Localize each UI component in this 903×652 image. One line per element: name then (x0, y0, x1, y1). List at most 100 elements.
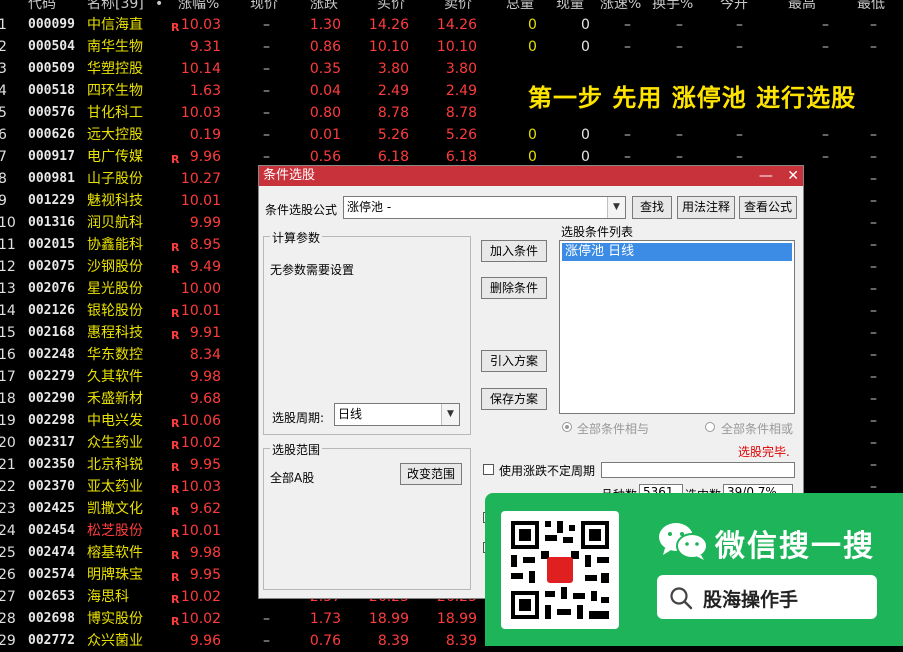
cell-d4: – (822, 149, 829, 165)
col-pct[interactable]: 涨幅% (178, 0, 219, 11)
save-plan-button[interactable]: 保存方案 (481, 388, 547, 410)
cell-cur: 0 (581, 17, 590, 33)
cell-ask: 2.49 (445, 83, 477, 99)
cell-code: 002015 (28, 237, 75, 252)
cell-pct: 10.02 (180, 611, 221, 627)
col-vol[interactable]: 总量 (506, 0, 534, 11)
formula-select[interactable]: 涨停池 - ▼ (343, 196, 626, 219)
cell-idx: 1 (0, 17, 7, 33)
import-plan-button[interactable]: 引入方案 (481, 350, 547, 372)
cell-idx: 20 (0, 435, 16, 451)
chevron-down-icon[interactable]: ▼ (441, 404, 459, 425)
cell-idx: 11 (0, 237, 16, 253)
cell-vol: 0 (528, 39, 537, 55)
list-item[interactable]: 涨停池 日线 (562, 243, 792, 261)
usage-button[interactable]: 用法注释 (677, 196, 735, 219)
dialog-titlebar[interactable]: 条件选股 — ✕ (259, 166, 803, 186)
cell-dash: – (263, 39, 270, 55)
table-row[interactable]: 6 000626 远大控股 0.19 – 0.01 5.26 5.26 0 0 – – – – – (0, 124, 903, 146)
condition-list[interactable]: 涨停池 日线 (559, 240, 795, 414)
cell-d5: – (870, 259, 877, 275)
delete-condition-button[interactable]: 删除条件 (481, 277, 547, 299)
cell-pct: 9.68 (189, 391, 221, 407)
cell-idx: 22 (0, 479, 16, 495)
wechat-title: 微信搜一搜 (715, 529, 875, 564)
wechat-search-box[interactable]: 股海操作手 (657, 575, 877, 619)
cell-d5: – (870, 457, 877, 473)
dialog-title: 条件选股 (263, 168, 316, 183)
grid-header: 代码 名称[39] • 涨幅% 现价 涨跌 买价 卖价 总量 现量 涨速% 换手… (0, 0, 903, 14)
col-low[interactable]: 最低 (857, 0, 885, 11)
cell-d1: – (624, 149, 631, 165)
cell-code: 000518 (28, 83, 75, 98)
table-row[interactable]: 2 000504 南华生物 9.31 – 0.86 10.10 10.10 0 0 – – – – – (0, 36, 903, 58)
cell-r: R (171, 21, 180, 34)
cell-pct: 8.95 (189, 237, 221, 253)
cell-chg: 0.86 (309, 39, 341, 55)
cell-d3: – (736, 39, 743, 55)
cell-d5: – (870, 413, 877, 429)
chevron-down-icon[interactable]: ▼ (607, 197, 625, 218)
col-speed[interactable]: 涨速% (600, 0, 641, 11)
condition-list-label: 选股条件列表 (561, 225, 634, 239)
radio-or[interactable] (705, 422, 715, 432)
cell-code: 000626 (28, 127, 75, 142)
cell-pct: 0.19 (189, 127, 221, 143)
cell-cur: 0 (581, 127, 590, 143)
col-name[interactable]: 名称[39] (87, 0, 144, 11)
table-row[interactable]: 3 000509 华塑控股 10.14 – 0.35 3.80 3.80 (0, 58, 903, 80)
cell-code: 002168 (28, 325, 75, 340)
close-icon[interactable]: ✕ (787, 168, 799, 184)
col-turn[interactable]: 换手% (652, 0, 693, 11)
cell-idx: 3 (0, 61, 7, 77)
cell-pct: 10.02 (180, 589, 221, 605)
cell-code: 002370 (28, 479, 75, 494)
cell-d3: – (736, 127, 743, 143)
radio-and[interactable] (562, 422, 572, 432)
view-formula-button[interactable]: 查看公式 (739, 196, 797, 219)
use-period-checkbox[interactable] (483, 464, 494, 475)
cell-r: R (171, 483, 180, 496)
minimize-icon[interactable]: — (759, 168, 773, 184)
cell-name: 协鑫能科 (87, 237, 143, 253)
cell-idx: 4 (0, 83, 7, 99)
cell-pct: 10.03 (180, 105, 221, 121)
cell-idx: 9 (0, 193, 7, 209)
cell-d5: – (870, 215, 877, 231)
col-chg[interactable]: 涨跌 (310, 0, 338, 11)
cell-name: 华塑控股 (87, 61, 143, 77)
col-high[interactable]: 最高 (788, 0, 816, 11)
cell-chg: 0.01 (309, 127, 341, 143)
cell-chg: 0.04 (309, 83, 341, 99)
cell-idx: 19 (0, 413, 16, 429)
formula-value: 涨停池 - (347, 200, 392, 214)
cell-name: 华东数控 (87, 347, 143, 363)
period-select[interactable]: 日线 ▼ (334, 403, 460, 426)
find-button[interactable]: 查找 (632, 196, 672, 219)
cell-d5: – (870, 17, 877, 33)
cell-pct: 10.27 (180, 171, 221, 187)
table-row[interactable]: 1 000099 中信海直 R 10.03 – 1.30 14.26 14.26 0 0 – – – – – (0, 14, 903, 36)
cell-d3: – (736, 17, 743, 33)
cell-idx: 17 (0, 369, 16, 385)
change-range-button[interactable]: 改变范围 (400, 463, 462, 485)
cell-r: R (171, 549, 180, 562)
cell-idx: 26 (0, 567, 16, 583)
wechat-logo-icon (657, 521, 709, 565)
cell-d5: – (870, 435, 877, 451)
period-input[interactable] (601, 462, 795, 478)
col-open[interactable]: 今开 (720, 0, 748, 11)
cell-bid: 14.26 (368, 17, 409, 33)
cell-chg: 0.35 (309, 61, 341, 77)
add-condition-button[interactable]: 加入条件 (481, 240, 547, 262)
col-now[interactable]: 现价 (250, 0, 278, 11)
col-cur[interactable]: 现量 (556, 0, 584, 11)
col-code[interactable]: 代码 (28, 0, 56, 11)
cell-r: R (171, 593, 180, 606)
cell-code: 002698 (28, 611, 75, 626)
col-ask[interactable]: 卖价 (444, 0, 472, 11)
cell-r: R (171, 241, 180, 254)
tutorial-banner: 第一步 先用 涨停池 进行选股 (528, 84, 857, 112)
col-bid[interactable]: 买价 (377, 0, 405, 11)
radio-or-label: 全部条件相或 (721, 422, 794, 436)
